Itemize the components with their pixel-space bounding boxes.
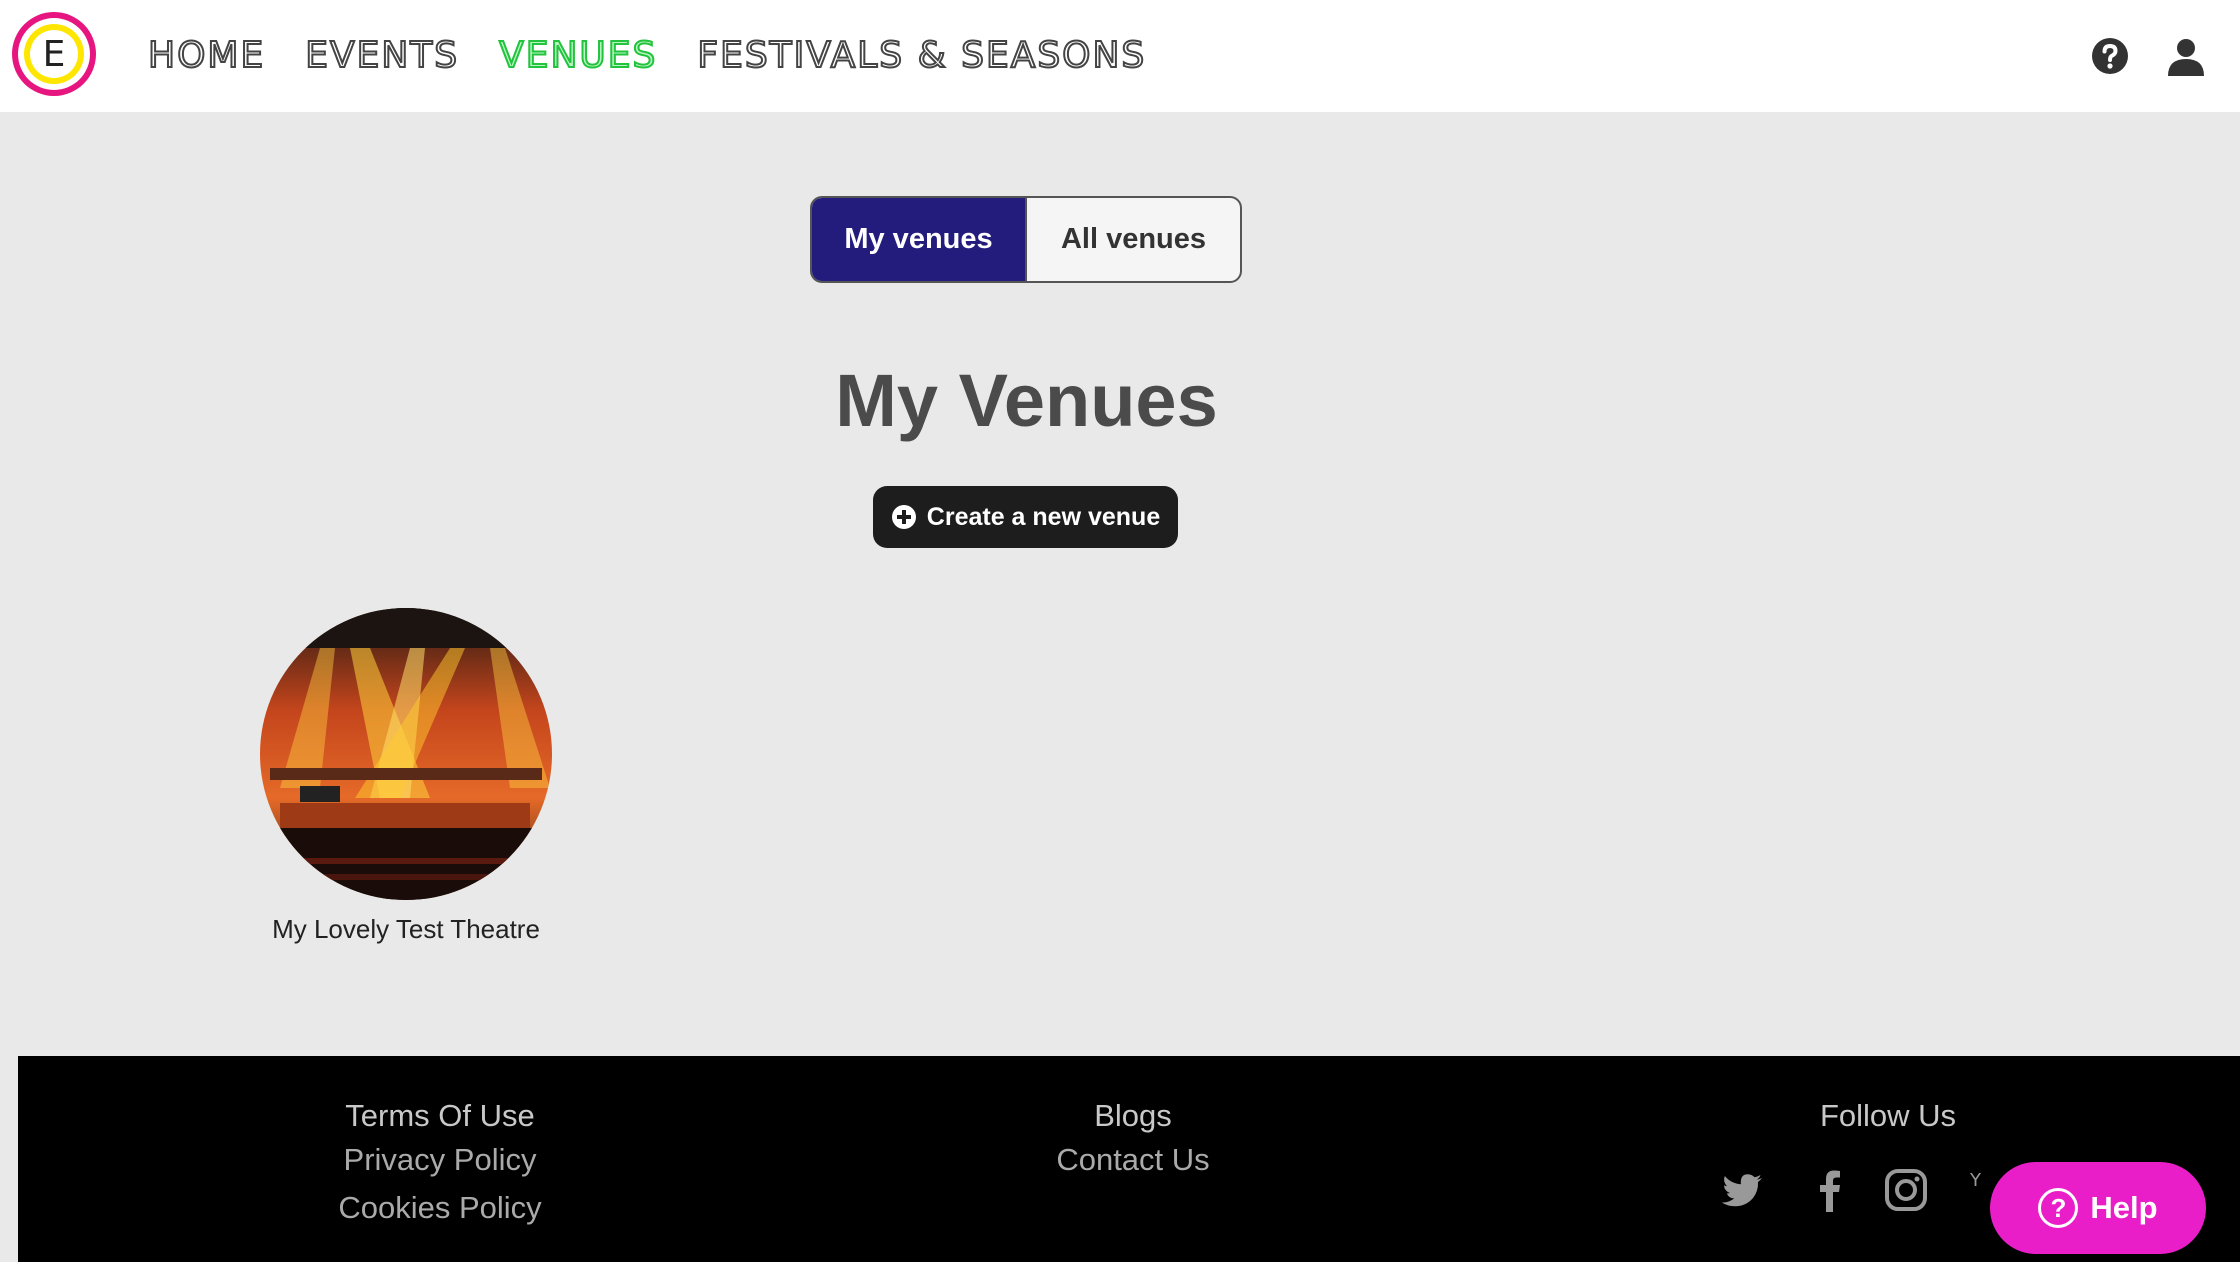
question-mark-icon: ? (2038, 1188, 2079, 1228)
instagram-icon[interactable] (1882, 1166, 1930, 1214)
venue-name[interactable]: My Lovely Test Theatre (258, 914, 554, 945)
follow-us-heading: Follow Us (1819, 1098, 1957, 1133)
contact-us-link[interactable]: Contact Us (1003, 1136, 1263, 1184)
terms-link[interactable]: Terms Of Use (280, 1096, 600, 1136)
help-label: Help (2090, 1190, 2158, 1225)
twitter-icon[interactable] (1718, 1166, 1766, 1214)
nav-festivals-seasons[interactable]: FESTIVALS & SEASONS (696, 28, 1146, 84)
nav-home[interactable]: HOME (147, 28, 265, 84)
logo-letter: E (30, 30, 78, 78)
create-venue-label: Create a new venue (926, 502, 1161, 531)
venue-card[interactable]: My Lovely Test Theatre (258, 608, 554, 945)
nav-venues[interactable]: VENUES (498, 28, 657, 84)
main-nav: HOME EVENTS VENUES FESTIVALS & SEASONS (147, 28, 1146, 84)
footer: Terms Of Use Privacy Policy Cookies Poli… (18, 1056, 2240, 1262)
svg-text:Y: Y (1969, 1170, 1982, 1191)
site-logo[interactable]: E (12, 12, 96, 96)
venues-scope-toggle: My venues All venues (810, 196, 1242, 283)
page-title: My Venues (835, 359, 1218, 442)
question-circle-icon[interactable] (2090, 36, 2130, 76)
footer-col-legal: Terms Of Use Privacy Policy Cookies Poli… (280, 1096, 600, 1232)
user-icon[interactable] (2166, 36, 2206, 76)
venue-image (260, 608, 552, 900)
privacy-policy-link[interactable]: Privacy Policy (280, 1136, 600, 1184)
cookies-policy-link[interactable]: Cookies Policy (280, 1184, 600, 1232)
footer-col-social: Follow Us (1718, 1096, 2058, 1136)
all-venues-tab[interactable]: All venues (1027, 198, 1240, 281)
help-button[interactable]: ? Help (1990, 1162, 2206, 1254)
nav-events[interactable]: EVENTS (304, 28, 459, 84)
footer-col-info: Blogs Contact Us (1003, 1096, 1263, 1184)
blogs-link[interactable]: Blogs (1003, 1096, 1263, 1136)
my-venues-tab[interactable]: My venues (812, 198, 1025, 281)
create-venue-button[interactable]: Create a new venue (873, 486, 1178, 548)
plus-circle-icon (891, 505, 916, 529)
facebook-icon[interactable] (1806, 1166, 1854, 1214)
top-navbar: E HOME EVENTS VENUES FESTIVALS & SEASONS (0, 0, 2240, 112)
